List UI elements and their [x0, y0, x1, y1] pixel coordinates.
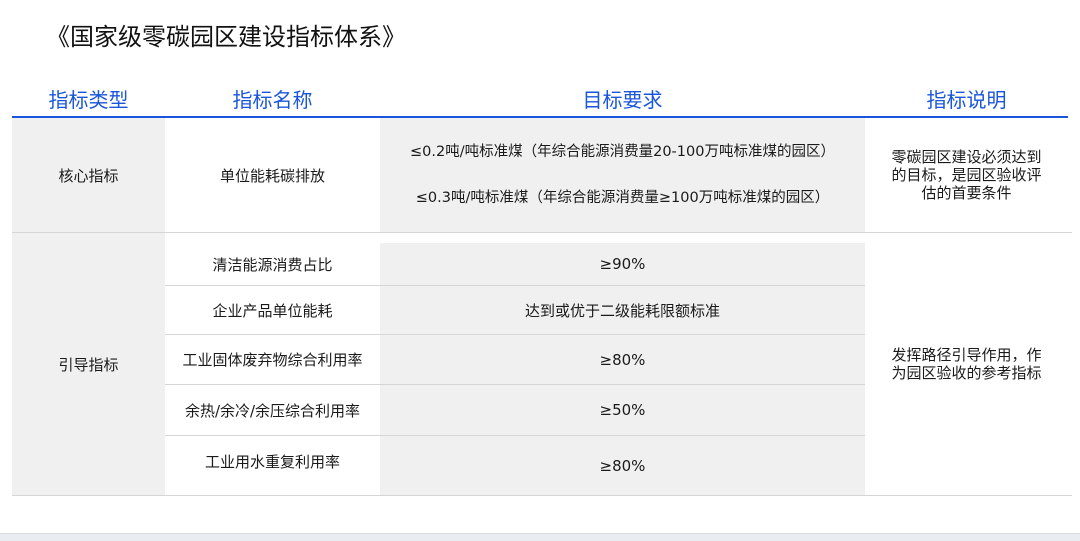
core-indicator-name: 单位能耗碳排放	[165, 118, 380, 232]
guide-indicator-type: 引导指标	[12, 233, 165, 495]
header-indicator-type: 指标类型	[48, 87, 129, 112]
guide-indicator-description: 发挥路径引导作用，作为园区验收的参考指标	[865, 233, 1068, 495]
guide-row-requirement: ≥90%	[380, 243, 865, 285]
guide-row-name: 企业产品单位能耗	[165, 286, 380, 334]
core-requirement-line-2: ≤0.3吨/吨标准煤（年综合能源消费量≥100万吨标准煤的园区）	[415, 190, 830, 206]
guide-row-requirement: ≥50%	[380, 385, 865, 435]
guide-row-name: 清洁能源消费占比	[165, 243, 380, 285]
guide-row-requirement: 达到或优于二级能耗限额标准	[380, 286, 865, 334]
table-bottom-divider	[12, 495, 1072, 496]
core-indicator-description: 零碳园区建设必须达到的目标，是园区验收评估的首要条件	[865, 118, 1068, 232]
guide-row-name: 余热/余冷/余压综合利用率	[165, 385, 380, 435]
guide-row-requirement: ≥80%	[380, 335, 865, 384]
core-indicator-requirements: ≤0.2吨/吨标准煤（年综合能源消费量20-100万吨标准煤的园区） ≤0.3吨…	[380, 118, 865, 232]
guide-row-requirement: ≥80%	[380, 436, 865, 495]
header-indicator-description: 指标说明	[926, 87, 1007, 112]
header-indicator-name: 指标名称	[232, 87, 313, 112]
header-target-requirement: 目标要求	[582, 87, 663, 112]
core-requirement-line-1: ≤0.2吨/吨标准煤（年综合能源消费量20-100万吨标准煤的园区）	[410, 144, 835, 160]
guide-row-name: 工业用水重复利用率	[165, 436, 380, 486]
guide-row-name: 工业固体废弃物综合利用率	[165, 335, 380, 384]
core-indicator-type: 核心指标	[12, 118, 165, 232]
page-title: 《国家级零碳园区建设指标体系》	[46, 23, 406, 51]
